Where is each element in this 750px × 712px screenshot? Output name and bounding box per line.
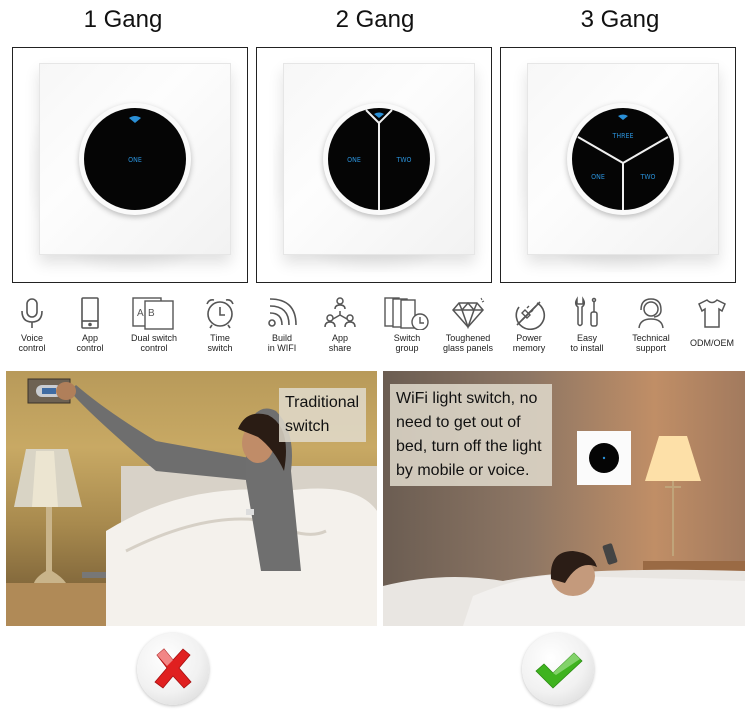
feature-label: Build [271,333,292,343]
feature-label: support [635,343,667,353]
caption-line: Traditional [285,394,360,411]
feature-label: Dual switch [130,333,177,343]
feature-switch-group: Switch group [375,296,439,353]
wifi-signal-icon [268,298,297,327]
feature-label: share [328,343,352,353]
photo-wifi-switch: WiFi light switch, no need to get out of… [383,371,745,626]
feature-label: to install [570,343,604,353]
cross-mark-icon [154,648,192,689]
touch-dial: THREE ONE TWO [567,103,679,215]
feature-dual-switch-control: A B Dual switch control [122,296,186,353]
switch-group-clock-icon [384,297,429,330]
glass-plate: ONE TWO [283,63,475,255]
feature-label: control [76,343,104,353]
button-label-three: THREE [612,132,634,140]
photo-traditional-switch: Traditional switch [6,371,377,626]
feature-app-control: App control [58,296,122,353]
feature-label: memory [512,343,546,353]
caption-line: by mobile or voice. [396,462,530,479]
feature-label: Technical [632,333,670,343]
product-image-3-gang: THREE ONE TWO [500,47,736,283]
headset-support-icon [638,298,664,329]
caption-traditional-switch: Traditional switch [279,388,366,442]
caption-line: WiFi light switch, no [396,390,538,407]
smartphone-icon [81,297,99,329]
feature-easy-to-install: Easy to install [555,296,619,353]
feature-label: switch [207,343,233,353]
power-plug-icon [515,301,546,330]
caption-line: bed, turn off the light [396,438,542,455]
feature-label: App [81,333,98,343]
microphone-icon [21,298,43,328]
share-users-icon [324,297,356,328]
glass-plate: ONE [39,63,231,255]
caption-wifi-switch: WiFi light switch, no need to get out of… [390,384,552,486]
feature-icons-row: Voice control App control A B Dual switch c… [0,296,750,364]
alarm-clock-icon [206,299,234,329]
product-image-2-gang: ONE TWO [256,47,492,283]
wrench-screwdriver-icon [574,296,598,327]
diamond-icon [452,297,485,330]
dual-switch-ab-icon: A B [132,297,174,330]
button-label-two: TWO [395,156,411,164]
check-mark-icon [535,652,583,689]
glass-plate: THREE ONE TWO [527,63,719,255]
tshirt-icon [698,299,726,328]
feature-build-in-wifi: Build in WIFI [250,296,314,353]
button-label-one: ONE [128,156,142,164]
feature-time-switch: Time switch [188,296,252,353]
feature-label: control [140,343,168,353]
button-label-two: TWO [639,173,655,181]
feature-app-share: App share [308,296,372,353]
feature-label: group [395,343,419,353]
touch-dial: ONE [79,103,191,215]
check-mark-badge [522,633,594,705]
feature-toughened-glass: Toughened glass panels [436,296,500,353]
feature-label: Power [516,333,542,343]
feature-label: ODM/OEM [690,338,734,348]
feature-label: Switch [393,333,421,343]
feature-power-memory: Power memory [497,296,561,353]
feature-voice-control: Voice control [0,296,64,353]
button-label-one: ONE [591,173,605,181]
product-image-1-gang: ONE [12,47,248,283]
feature-label: control [18,343,46,353]
feature-technical-support: Technical support [619,296,683,353]
touch-dial: ONE TWO [323,103,435,215]
feature-label: in WIFI [267,343,297,353]
feature-label: Voice [20,333,44,343]
feature-label: glass panels [442,343,494,353]
feature-odm-oem: ODM/OEM [680,296,744,348]
svg-text:A: A [137,308,144,319]
product-title-1-gang: 1 Gang [83,6,163,33]
feature-label: App [331,333,348,343]
product-title-3-gang: 3 Gang [580,6,660,33]
feature-label: Toughened [445,333,491,343]
feature-label: Easy [576,333,597,343]
caption-line: switch [285,418,330,435]
cross-mark-badge [137,633,209,705]
product-title-2-gang: 2 Gang [335,6,415,33]
button-label-one: ONE [347,156,361,164]
svg-text:B: B [148,308,155,319]
caption-line: need to get out of [396,414,521,431]
feature-label: Time [210,333,230,343]
